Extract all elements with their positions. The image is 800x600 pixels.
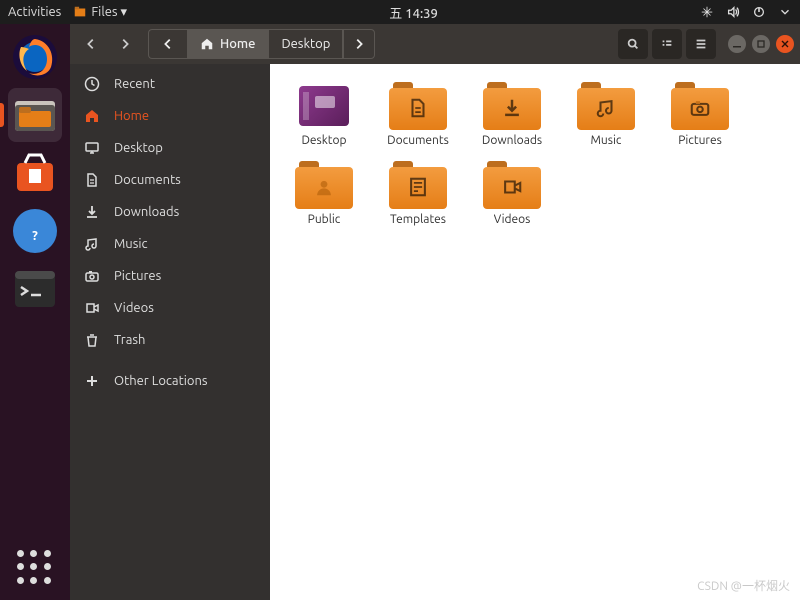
home-icon	[200, 37, 214, 51]
dock: ?	[0, 24, 70, 600]
clock[interactable]: 五 14:39	[127, 3, 700, 22]
path-bar: Home Desktop	[148, 29, 375, 59]
window-maximize-button[interactable]	[752, 35, 770, 53]
down-icon	[84, 204, 100, 220]
file-label: Documents	[387, 134, 449, 147]
gnome-top-bar: Activities Files ▾ 五 14:39	[0, 0, 800, 24]
file-label: Pictures	[678, 134, 722, 147]
back-icon	[84, 37, 98, 51]
path-overflow-button[interactable]	[343, 29, 375, 59]
file-label: Music	[591, 134, 622, 147]
chevron-left-icon	[161, 37, 175, 51]
file-label: Templates	[390, 213, 446, 226]
back-button[interactable]	[76, 29, 106, 59]
doc-icon	[84, 172, 100, 188]
files-window: Home Desktop RecentHomeDesktopDocumentsD…	[70, 24, 800, 600]
sidebar-item-recent[interactable]: Recent	[70, 68, 270, 100]
dock-files[interactable]	[8, 88, 62, 142]
desktop-icon	[84, 140, 100, 156]
sidebar-item-label: Trash	[114, 333, 145, 347]
sidebar-item-label: Desktop	[114, 141, 163, 155]
file-label: Public	[308, 213, 341, 226]
dock-software[interactable]	[8, 146, 62, 200]
dock-help[interactable]: ?	[8, 204, 62, 258]
file-label: Downloads	[482, 134, 542, 147]
sidebar-item-videos[interactable]: Videos	[70, 292, 270, 324]
file-item-desktop[interactable]: Desktop	[280, 78, 368, 151]
status-area[interactable]	[700, 5, 792, 19]
sidebar-item-label: Videos	[114, 301, 154, 315]
activities-button[interactable]: Activities	[8, 5, 61, 19]
search-button[interactable]	[618, 29, 648, 59]
places-sidebar: Recent Home Desktop Documents Downloads Music…	[70, 64, 270, 600]
titlebar: Home Desktop	[70, 24, 800, 64]
hamburger-menu-button[interactable]	[686, 29, 716, 59]
menu-icon	[694, 37, 708, 51]
sidebar-item-music[interactable]: Music	[70, 228, 270, 260]
sidebar-item-pictures[interactable]: Pictures	[70, 260, 270, 292]
svg-text:?: ?	[32, 229, 38, 243]
video-icon	[84, 300, 100, 316]
chevron-right-icon	[352, 37, 366, 51]
view-toggle-button[interactable]	[652, 29, 682, 59]
sidebar-item-label: Downloads	[114, 205, 179, 219]
dock-firefox[interactable]	[8, 30, 62, 84]
trash-icon	[84, 332, 100, 348]
sidebar-item-label: Recent	[114, 77, 155, 91]
volume-icon	[726, 5, 740, 19]
show-applications-button[interactable]	[17, 550, 53, 586]
clock-icon	[84, 76, 100, 92]
sidebar-item-label: Other Locations	[114, 374, 208, 388]
list-view-icon	[660, 37, 674, 51]
sidebar-item-label: Music	[114, 237, 148, 251]
camera-icon	[84, 268, 100, 284]
breadcrumb-desktop[interactable]: Desktop	[268, 29, 343, 59]
sidebar-item-label: Home	[114, 109, 149, 123]
plus-icon	[84, 373, 100, 389]
forward-button[interactable]	[110, 29, 140, 59]
file-label: Desktop	[301, 134, 346, 147]
file-item-public[interactable]: Public	[280, 157, 368, 230]
sidebar-item-label: Pictures	[114, 269, 161, 283]
file-label: Videos	[494, 213, 531, 226]
file-item-templates[interactable]: Templates	[374, 157, 462, 230]
file-item-downloads[interactable]: Downloads	[468, 78, 556, 151]
files-icon	[73, 5, 87, 19]
network-icon	[700, 5, 714, 19]
window-close-button[interactable]	[776, 35, 794, 53]
sidebar-item-home[interactable]: Home	[70, 100, 270, 132]
files-app-menu[interactable]: Files ▾	[73, 5, 127, 20]
file-item-documents[interactable]: Documents	[374, 78, 462, 151]
sidebar-item-label: Documents	[114, 173, 181, 187]
sidebar-item-other[interactable]: Other Locations	[70, 365, 270, 397]
sidebar-item-trash[interactable]: Trash	[70, 324, 270, 356]
sidebar-item-documents[interactable]: Documents	[70, 164, 270, 196]
power-icon	[752, 5, 766, 19]
music-icon	[84, 236, 100, 252]
forward-icon	[118, 37, 132, 51]
file-item-pictures[interactable]: Pictures	[656, 78, 744, 151]
caret-down-icon	[778, 5, 792, 19]
sidebar-item-downloads[interactable]: Downloads	[70, 196, 270, 228]
icon-view[interactable]: Desktop Documents Downloads Music Pictures Pu…	[270, 64, 800, 600]
path-up-button[interactable]	[148, 29, 187, 59]
window-minimize-button[interactable]	[728, 35, 746, 53]
file-item-videos[interactable]: Videos	[468, 157, 556, 230]
watermark: CSDN @一杯烟火	[697, 577, 790, 594]
search-icon	[626, 37, 640, 51]
dock-terminal[interactable]	[8, 262, 62, 316]
home-icon	[84, 108, 100, 124]
file-item-music[interactable]: Music	[562, 78, 650, 151]
sidebar-item-desktop[interactable]: Desktop	[70, 132, 270, 164]
breadcrumb-home[interactable]: Home	[187, 29, 268, 59]
